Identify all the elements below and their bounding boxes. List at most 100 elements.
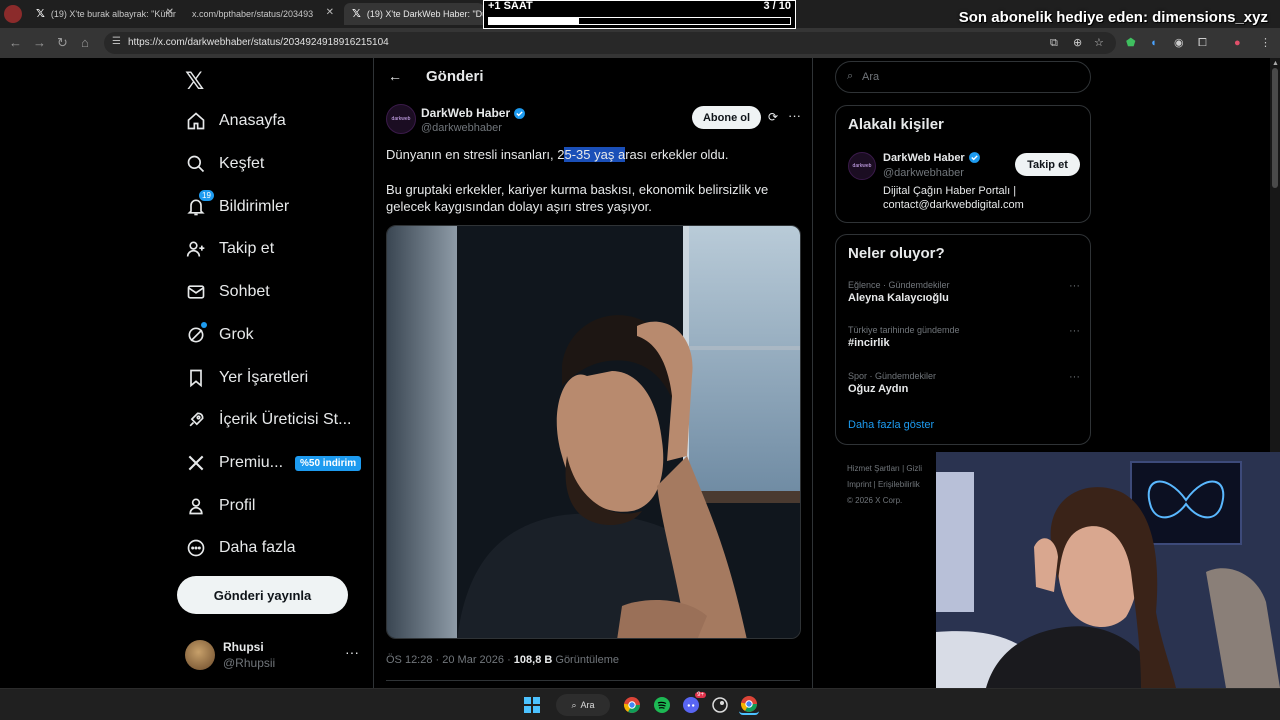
steam-icon[interactable] xyxy=(710,695,730,715)
nav-notifications[interactable]: 19 Bildirimler xyxy=(185,190,289,222)
nav-follow[interactable]: Takip et xyxy=(185,234,274,264)
nav-label: Profil xyxy=(219,497,256,514)
back-icon[interactable]: ← xyxy=(9,35,22,51)
tab-close-icon[interactable]: ✕ xyxy=(326,7,334,18)
nav-premium[interactable]: Premiu... %50 indirim xyxy=(185,448,362,478)
scroll-up-arrow-icon[interactable]: ▲ xyxy=(1272,60,1279,67)
divider xyxy=(386,680,800,681)
trend-item[interactable]: Türkiye tarihinde gündemde #incirlik ··· xyxy=(848,325,1080,359)
nav-label: Grok xyxy=(219,326,254,343)
footer-links: Hizmet Şartları | Gizli Imprint | Erişil… xyxy=(847,461,947,509)
profile-avatar-icon[interactable]: ● xyxy=(1234,36,1241,50)
browser-tab-2[interactable]: x.com/bpthaber/status/203493 ✕ xyxy=(184,3,340,25)
notification-badge: 19 xyxy=(199,190,214,201)
account-switcher[interactable]: Rhupsi @Rhupsii ··· xyxy=(185,640,365,674)
follow-button[interactable]: Takip et xyxy=(1015,153,1080,176)
post-timestamp[interactable]: ÖS 12:28 · 20 Mar 2026 · xyxy=(386,654,514,666)
post-image[interactable] xyxy=(386,225,801,639)
home-icon[interactable]: ⌂ xyxy=(81,35,89,51)
site-info-icon[interactable]: ☰ xyxy=(112,36,121,47)
more-dots-icon[interactable]: ··· xyxy=(345,644,359,660)
trend-name: #incirlik xyxy=(848,337,890,349)
nav-explore[interactable]: Keşfet xyxy=(185,149,264,179)
more-dots-icon[interactable]: ··· xyxy=(1069,371,1080,383)
star-icon[interactable]: ☆ xyxy=(1094,36,1104,50)
spotify-icon[interactable] xyxy=(652,695,672,715)
zoom-icon[interactable]: ⊕ xyxy=(1073,36,1082,50)
x-logo-icon[interactable]: 𝕏 xyxy=(185,67,204,96)
relevant-person-handle[interactable]: @darkwebhaber xyxy=(883,167,964,179)
shield-extension-icon[interactable]: ⬟ xyxy=(1126,36,1136,50)
author-handle[interactable]: @darkwebhaber xyxy=(421,122,502,134)
account-handle: @Rhupsii xyxy=(223,656,276,670)
trend-name: Aleyna Kalaycıoğlu xyxy=(848,292,949,304)
search-field[interactable]: ⌕ xyxy=(835,61,1091,93)
webcam-overlay xyxy=(936,452,1280,688)
grok-indicator-dot xyxy=(201,322,207,328)
subscribe-button[interactable]: Abone ol xyxy=(692,106,761,129)
browser-tab-1[interactable]: 𝕏 (19) X'te burak albayrak: "Küfür ✕ xyxy=(28,3,180,25)
show-more-link[interactable]: Daha fazla göster xyxy=(848,419,934,431)
post-text-selection: 5-35 yaş a xyxy=(564,147,626,162)
back-arrow-icon[interactable]: ← xyxy=(388,68,402,84)
trend-item[interactable]: Eğlence · Gündemdekiler Aleyna Kalaycıoğ… xyxy=(848,280,1080,314)
tab-title: x.com/bpthaber/status/203493 xyxy=(192,9,314,19)
trend-name: Oğuz Aydın xyxy=(848,383,909,395)
panel-title: Alakalı kişiler xyxy=(848,116,944,133)
page-title: Gönderi xyxy=(426,68,484,85)
nav-bookmarks[interactable]: Yer İşaretleri xyxy=(185,363,308,393)
post-text-paragraph-2: Bu gruptaki erkekler, kariyer kurma bask… xyxy=(386,182,769,214)
chrome-active-icon[interactable] xyxy=(739,695,759,715)
menu-dots-icon[interactable]: ⋮ xyxy=(1260,36,1271,50)
timer-progress-bar xyxy=(488,17,791,25)
author-name-text: DarkWeb Haber xyxy=(421,106,511,120)
follow-icon xyxy=(185,238,207,260)
nav-home[interactable]: Anasayfa xyxy=(185,106,286,136)
discord-notification-badge: 9+ xyxy=(695,692,706,698)
more-dots-icon[interactable]: ··· xyxy=(788,108,801,123)
timer-progress-fill xyxy=(489,18,580,24)
tab-close-icon[interactable]: ✕ xyxy=(166,7,174,18)
forward-icon[interactable]: → xyxy=(33,35,46,51)
address-bar[interactable]: ☰ https://x.com/darkwebhaber/status/2034… xyxy=(104,32,1116,54)
chrome-icon[interactable] xyxy=(622,695,642,715)
more-dots-icon[interactable]: ··· xyxy=(1069,280,1080,292)
taskbar-search-button[interactable]: ⌕ Ara xyxy=(556,694,610,716)
nav-grok[interactable]: Grok xyxy=(185,320,254,350)
trend-item[interactable]: Spor · Gündemdekiler Oğuz Aydın ··· xyxy=(848,371,1080,405)
browser-tab-3[interactable]: 𝕏 (19) X'te DarkWeb Haber: "Dün xyxy=(344,3,484,25)
browser-toolbar: ← → ↻ ⌂ ☰ https://x.com/darkwebhaber/sta… xyxy=(0,28,1280,58)
nav-creator-studio[interactable]: İçerik Üreticisi St... xyxy=(185,405,351,435)
more-dots-icon[interactable]: ··· xyxy=(1069,325,1080,337)
scrollbar-thumb[interactable] xyxy=(1272,68,1278,188)
audio-extension-icon[interactable]: ◖ xyxy=(1150,36,1157,50)
discord-icon[interactable]: 9+ xyxy=(681,692,706,715)
cast-icon[interactable]: ⧉ xyxy=(1050,36,1058,50)
windows-start-icon[interactable] xyxy=(522,695,542,715)
extension-icon[interactable]: ◉ xyxy=(1174,36,1184,50)
reload-icon[interactable]: ↻ xyxy=(57,35,68,51)
timer-label: +1 SAAT xyxy=(488,0,533,12)
main-header: ← Gönderi xyxy=(374,58,812,96)
relevant-person-name[interactable]: DarkWeb Haber xyxy=(883,151,981,164)
nav-label: Sohbet xyxy=(219,283,270,300)
author-name[interactable]: DarkWeb Haber xyxy=(421,106,526,120)
account-name: Rhupsi xyxy=(223,640,264,654)
avatar[interactable]: darkweb xyxy=(848,152,876,180)
panel-title: Neler oluyor? xyxy=(848,245,945,262)
nav-profile[interactable]: Profil xyxy=(185,491,255,521)
grok-explain-icon[interactable]: ⟳ xyxy=(768,110,778,124)
nav-chat[interactable]: Sohbet xyxy=(185,277,270,307)
search-icon xyxy=(185,153,207,175)
footer-link[interactable]: Imprint | Erişilebilirlik xyxy=(847,477,947,493)
author-avatar[interactable]: darkweb xyxy=(386,104,416,134)
footer-link[interactable]: Hizmet Şartları | Gizli xyxy=(847,461,947,477)
puzzle-icon[interactable]: ⧠ xyxy=(1198,36,1207,50)
nav-label: Premiu... xyxy=(219,454,284,471)
compose-post-button[interactable]: Gönderi yayınla xyxy=(177,576,348,614)
nav-more[interactable]: Daha fazla xyxy=(185,533,296,563)
nav-label: Takip et xyxy=(219,240,275,257)
browser-profile-icon[interactable] xyxy=(4,5,22,23)
search-input[interactable] xyxy=(862,69,1062,85)
nav-label: İçerik Üreticisi St... xyxy=(219,411,352,428)
